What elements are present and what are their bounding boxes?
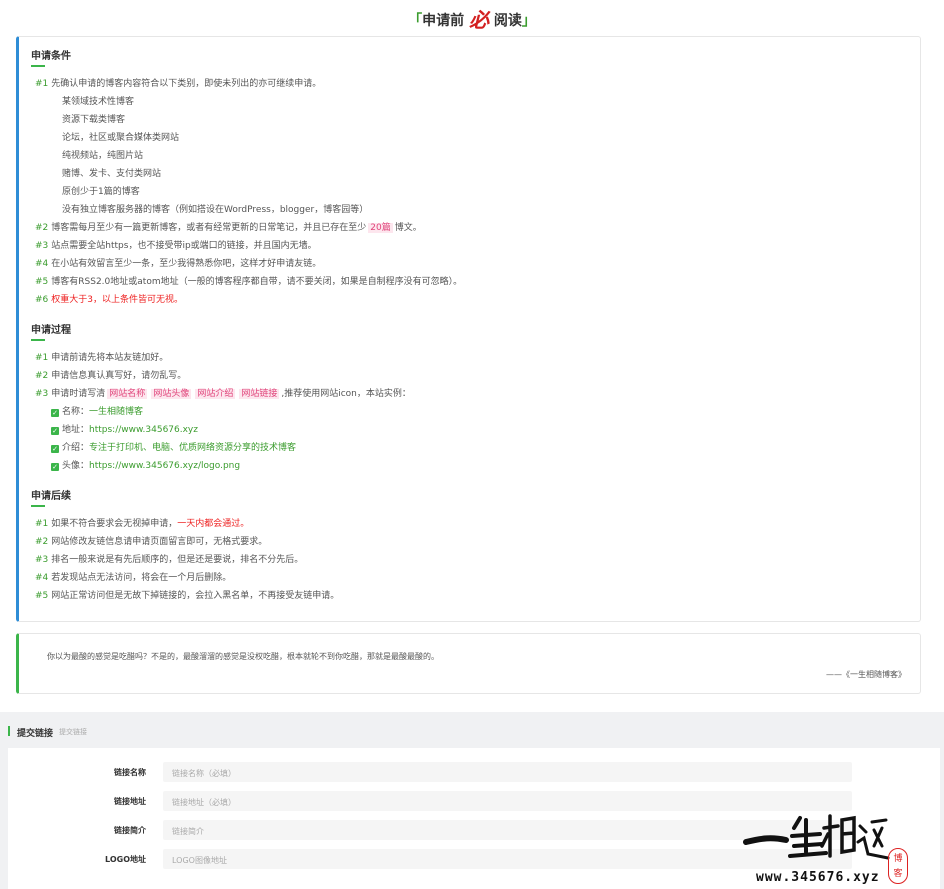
calligraphy-logo — [743, 814, 890, 860]
condition-item: #4 在小站有效留言至少一条，至少我得熟悉你吧，这样才好申请友链。 — [35, 259, 322, 269]
required-tag: 网站名称 — [107, 389, 148, 399]
condition-item: #6 权重大于3，以上条件皆可无视。 — [35, 295, 184, 305]
title-bracket-left: 「 — [408, 13, 423, 29]
condition-subitem: 某领域技术性博客 — [62, 97, 135, 107]
checkbox-checked-icon: ✓ — [51, 445, 59, 453]
title-bracket-right: 」 — [521, 13, 536, 29]
form-subtitle: 提交链接 — [59, 728, 87, 736]
section-title-process: 申请过程 — [31, 321, 71, 341]
section-title-conditions: 申请条件 — [31, 47, 71, 67]
section-title-after: 申请后续 — [31, 487, 71, 507]
example-item: ✓ 名称：一生相随博客 — [51, 407, 144, 417]
title-emphasis: 必 — [469, 8, 489, 32]
watermark-url: www.345676.xyz — [756, 870, 880, 885]
condition-subitem: 没有独立博客服务器的博客（例如搭设在WordPress，blogger，博客园等… — [62, 205, 369, 215]
header-accent-bar — [8, 726, 10, 736]
input-placeholder: LOGO图像地址 — [172, 856, 227, 865]
field-label: 链接简介 — [114, 826, 146, 835]
checkbox-checked-icon: ✓ — [51, 409, 59, 417]
quote-text: 你以为最酸的感觉是吃醋吗？不是的，最酸溜溜的感觉是没权吃醋，根本就轮不到你吃醋，… — [47, 652, 439, 661]
condition-subitem: 纯视频站，纯图片站 — [62, 151, 144, 161]
after-item: #2 网站修改友链信息请申请页面留言即可，无格式要求。 — [35, 537, 268, 547]
example-item: ✓ 地址：https://www.345676.xyz — [51, 425, 198, 435]
checkbox-checked-icon: ✓ — [51, 427, 59, 435]
example-item: ✓ 介绍：专注于打印机、电脑、优质网络资源分享的技术博客 — [51, 443, 297, 453]
form-row-name: 链接名称 链接名称（必填） — [8, 762, 940, 782]
title-text-post: 阅读 — [493, 13, 522, 29]
input-placeholder: 链接地址（必填） — [172, 798, 236, 807]
condition-subitem: 原创少于1篇的博客 — [62, 187, 140, 197]
checkbox-checked-icon: ✓ — [51, 463, 59, 471]
form-header: 提交链接 提交链接 — [0, 712, 944, 748]
condition-item: #1 先确认申请的博客内容符合以下类别，即使未列出的亦可继续申请。 — [35, 79, 322, 89]
after-item: #4 若发现站点无法访问，将会在一个月后删除。 — [35, 573, 232, 583]
article-count-badge: 20篇 — [368, 223, 393, 233]
example-avatar-link[interactable]: https://www.345676.xyz/logo.png — [89, 461, 240, 471]
after-item: #3 排名一般来说是有先后顺序的，但是还是要说，排名不分先后。 — [35, 555, 304, 565]
condition-item: #3 站点需要全站https，也不接受带ip或端口的链接，并且国内无墙。 — [35, 241, 317, 251]
condition-item: #5 博客有RSS2.0地址或atom地址（一般的博客程序都自带，请不要关闭，如果… — [35, 277, 463, 287]
after-item: #1 如果不符合要求会无视掉申请，一天内都会通过。 — [35, 519, 250, 529]
example-item: ✓ 头像：https://www.345676.xyz/logo.png — [51, 461, 241, 471]
field-label: LOGO地址 — [105, 855, 146, 864]
input-placeholder: 链接名称（必填） — [172, 769, 236, 778]
required-tag: 网站头像 — [151, 389, 192, 399]
field-label: 链接地址 — [114, 797, 146, 806]
quote-card: 你以为最酸的感觉是吃醋吗？不是的，最酸溜溜的感觉是没权吃醋，根本就轮不到你吃醋，… — [16, 633, 921, 694]
process-item: #2 申请信息真认真写好，请勿乱写。 — [35, 371, 187, 381]
condition-subitem: 赌博、发卡、支付类网站 — [62, 169, 162, 179]
condition-subitem: 论坛，社区或聚合媒体类网站 — [62, 133, 180, 143]
condition-subitem: 资源下载类博客 — [62, 115, 126, 125]
rules-card: 申请条件 #1 先确认申请的博客内容符合以下类别，即使未列出的亦可继续申请。 某领… — [16, 36, 921, 622]
example-url-link[interactable]: https://www.345676.xyz — [89, 425, 198, 435]
input-placeholder: 链接简介 — [172, 827, 204, 836]
link-name-input[interactable]: 链接名称（必填） — [163, 762, 852, 782]
form-title: 提交链接 — [17, 729, 54, 739]
condition-item: #2 博客需每月至少有一篇更新博客，或者有经常更新的日常笔记，并且已存在至少 20篇… — [35, 223, 422, 233]
site-watermark-logo: 博客 www.345676.xyz — [742, 806, 942, 889]
quote-author: ——《一生相随博客》 — [826, 670, 906, 679]
after-item: #5 网站正常访问但是无故下掉链接的，会拉入黑名单，不再接受友链申请。 — [35, 591, 340, 601]
field-label: 链接名称 — [114, 768, 146, 777]
title-text-pre: 申请前 — [422, 13, 465, 29]
required-tag: 网站介绍 — [195, 389, 236, 399]
page-title: 「申请前 必 阅读」 — [0, 4, 944, 33]
required-tag: 网站链接 — [239, 389, 280, 399]
red-seal-stamp: 博客 — [888, 848, 908, 884]
process-item: #1 申请前请先将本站友链加好。 — [35, 353, 169, 363]
process-item: #3 申请时请写清 网站名称 网站头像 网站介绍 网站链接 ,推荐使用网站icon，本站实例… — [35, 389, 411, 399]
